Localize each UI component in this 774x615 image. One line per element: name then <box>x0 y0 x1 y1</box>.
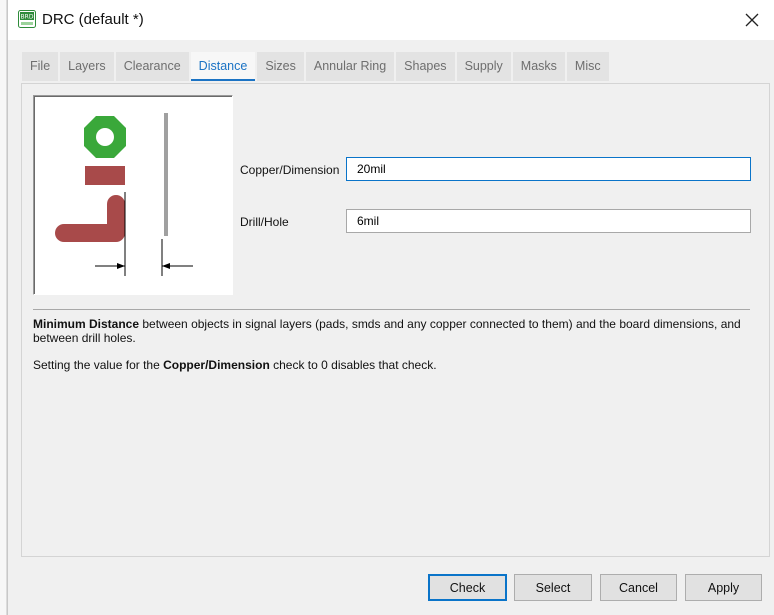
tab-sizes[interactable]: Sizes <box>257 52 304 81</box>
close-icon <box>745 13 759 27</box>
copper-dimension-input[interactable] <box>346 157 751 181</box>
tab-layers[interactable]: Layers <box>60 52 114 81</box>
copper-dimension-label: Copper/Dimension <box>240 163 340 177</box>
tab-clearance[interactable]: Clearance <box>115 52 189 81</box>
background-window-edge <box>0 0 7 615</box>
description-bold-term: Minimum Distance <box>33 317 140 331</box>
tab-masks[interactable]: Masks <box>512 52 565 81</box>
description-text-2b: check to 0 disables that check. <box>269 358 437 372</box>
tab-file[interactable]: File <box>22 52 59 81</box>
description-bold-setting: Copper/Dimension <box>163 358 270 372</box>
divider <box>33 309 750 310</box>
description-paragraph-1: Minimum Distance between objects in sign… <box>33 317 758 345</box>
check-button[interactable]: Check <box>428 574 507 601</box>
tab-misc[interactable]: Misc <box>566 52 609 81</box>
description-text-2a: Setting the value for the <box>33 358 164 372</box>
drill-hole-input[interactable] <box>346 209 751 233</box>
tab-shapes[interactable]: Shapes <box>396 52 455 81</box>
apply-button[interactable]: Apply <box>685 574 762 601</box>
description: Minimum Distance between objects in sign… <box>33 317 758 385</box>
app-icon-text: BRD <box>21 14 34 21</box>
drill-hole-label: Drill/Hole <box>240 215 289 229</box>
tab-annular-ring[interactable]: Annular Ring <box>305 52 395 81</box>
cancel-button[interactable]: Cancel <box>600 574 677 601</box>
brd-board-icon: BRD <box>18 10 36 28</box>
distance-preview-image <box>33 95 233 295</box>
distance-illustration <box>55 113 193 276</box>
title-bar: BRD DRC (default *) <box>8 0 774 40</box>
close-button[interactable] <box>729 0 774 40</box>
tab-distance[interactable]: Distance <box>190 52 256 81</box>
window-title: DRC (default *) <box>42 11 144 28</box>
tab-bar: File Layers Clearance Distance Sizes Ann… <box>22 52 611 81</box>
description-paragraph-2: Setting the value for the Copper/Dimensi… <box>33 358 758 372</box>
distance-panel: Copper/Dimension Drill/Hole Minimum Dist… <box>21 83 770 557</box>
tab-supply[interactable]: Supply <box>456 52 511 81</box>
drc-dialog: BRD DRC (default *) File Layers Clearanc… <box>7 0 774 615</box>
description-text-1: between objects in signal layers (pads, … <box>33 317 741 345</box>
select-button[interactable]: Select <box>514 574 592 601</box>
